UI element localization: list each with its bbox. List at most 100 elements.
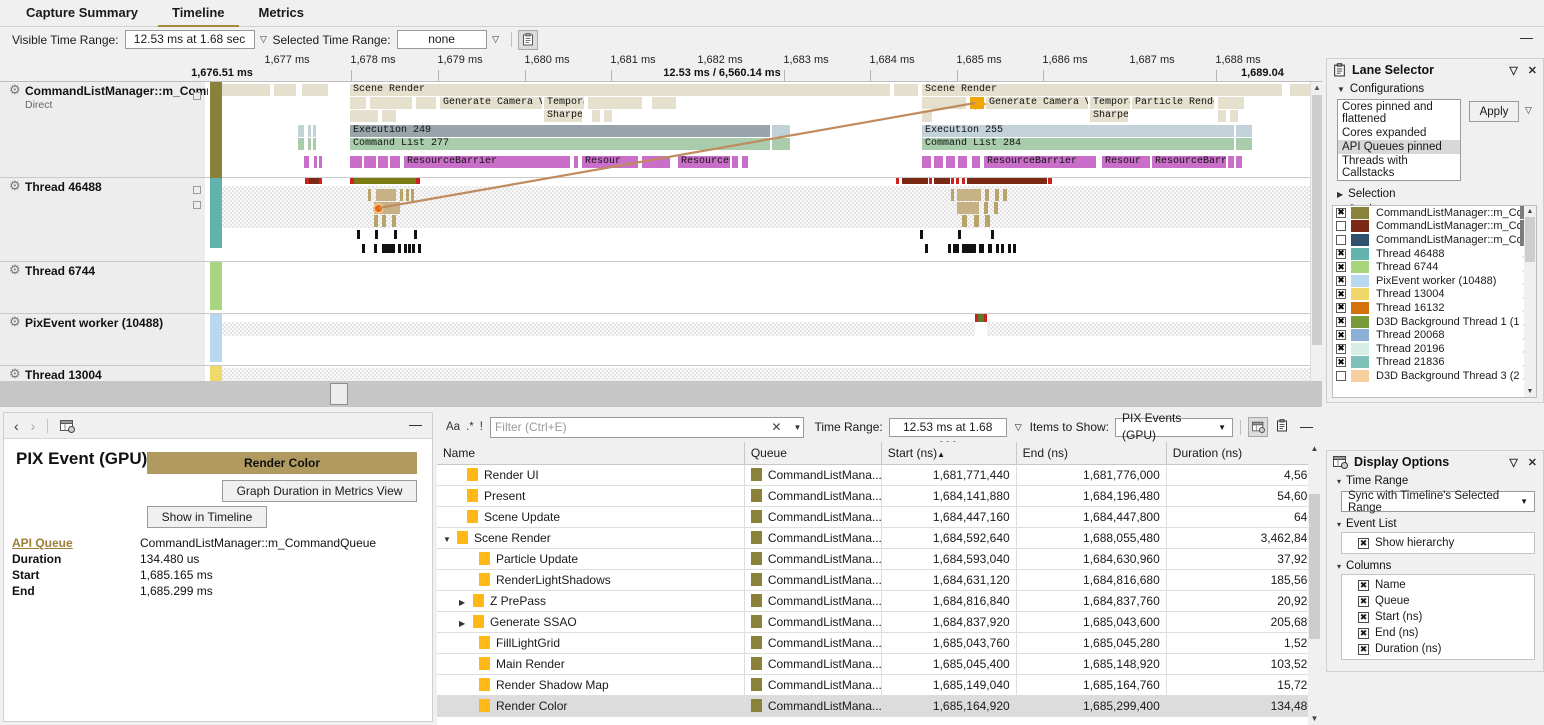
column-toggle-start[interactable]: ✖ Start (ns) <box>1342 609 1534 625</box>
column-checkbox[interactable]: ✖ <box>1358 627 1369 639</box>
event-list-minimize-button[interactable] <box>1300 426 1313 428</box>
time-range-field[interactable]: 12.53 ms at 1.68 sec <box>888 417 1007 451</box>
nav-back-button[interactable]: ‹ <box>14 418 19 434</box>
lane-checkbox[interactable]: ✖ <box>1336 330 1346 341</box>
gpu-event-sharpen[interactable]: Sharpe <box>544 110 582 122</box>
config-item-cores-expanded[interactable]: Cores expanded <box>1338 126 1460 140</box>
gpu-event-resource-barrier[interactable]: ResourceBarrier <box>404 156 570 168</box>
lane-list-item[interactable]: ✖ Thread 20068 📌 <box>1333 328 1536 342</box>
row-expander[interactable]: ▶ <box>459 619 469 628</box>
column-header-start[interactable]: Start (ns) ▲ <box>881 442 1017 465</box>
column-toggle-name[interactable]: ✖ Name <box>1342 577 1534 593</box>
column-toggle-end[interactable]: ✖ End (ns) <box>1342 625 1534 641</box>
table-row[interactable]: Render UI CommandListMana... 1,681,771,4… <box>437 464 1322 486</box>
scroll-thumb[interactable] <box>1312 95 1322 345</box>
columns-group-header[interactable]: ▾ Columns <box>1327 558 1543 574</box>
track-header[interactable]: PixEvent worker (10488) <box>0 314 205 365</box>
graph-duration-button[interactable]: Graph Duration in Metrics View <box>222 480 417 502</box>
lane-checkbox[interactable]: ✖ <box>1336 343 1346 354</box>
timeline-track-command-queue[interactable]: CommandListManager::m_CommandQueue Direc… <box>0 82 1310 178</box>
gpu-event-resource-barrier[interactable]: Resour <box>582 156 638 168</box>
column-header-duration[interactable]: Duration (ns) <box>1166 442 1322 465</box>
gpu-event-temporal[interactable]: Tempora <box>544 97 584 109</box>
lane-list-item[interactable]: ✖ Thread 46488 📌 <box>1333 247 1536 261</box>
gpu-event-resource-barrier[interactable]: ResourceE <box>678 156 730 168</box>
lane-checkbox[interactable]: ✖ <box>1336 248 1346 259</box>
regex-button[interactable]: .* <box>463 421 477 433</box>
column-header-queue[interactable]: Queue <box>744 442 882 465</box>
gpu-event-resource-barrier[interactable]: ResourceBarri <box>1152 156 1226 168</box>
time-range-dropdown-icon[interactable]: ▽ <box>1015 422 1022 433</box>
table-row[interactable]: ▼ Scene Render CommandListMana... 1,684,5… <box>437 527 1322 549</box>
gpu-event-sharpen[interactable]: Sharpe <box>1090 110 1128 122</box>
clipboard-icon[interactable] <box>517 29 538 50</box>
table-row[interactable]: Particle Update CommandListMana... 1,684… <box>437 548 1322 570</box>
lane-list-item[interactable]: ✖ Thread 21836 📌 <box>1333 356 1536 370</box>
clipboard-icon[interactable] <box>1276 419 1288 435</box>
lane-list[interactable]: ✖ CommandListManager::m_Cor 📌 CommandLis… <box>1332 205 1537 398</box>
timeline-track-thread-6744[interactable]: Thread 6744 <box>0 262 1310 314</box>
lane-checkbox[interactable] <box>1336 234 1346 245</box>
column-checkbox[interactable]: ✖ <box>1358 595 1369 607</box>
config-item-cores-pinned[interactable]: Cores pinned and flattened <box>1338 100 1460 126</box>
table-row[interactable]: FillLightGrid CommandListMana... 1,685,0… <box>437 632 1322 654</box>
gpu-event-resource-barrier[interactable]: Resour <box>1102 156 1150 168</box>
nav-forward-button[interactable]: › <box>31 418 36 434</box>
gpu-event-execution[interactable]: Execution 249 <box>350 125 770 137</box>
timeline-vertical-scrollbar[interactable]: ▲ ▼ <box>1310 82 1322 407</box>
apply-dropdown-icon[interactable]: ▽ <box>1525 105 1532 116</box>
selection-group-header[interactable]: ▶ Selection <box>1327 186 1543 202</box>
event-list-group-header[interactable]: ▾ Event List <box>1327 516 1543 532</box>
lane-list-item[interactable]: ✖ CommandListManager::m_Cor 📌 <box>1333 206 1536 220</box>
gpu-event-execution[interactable]: Execution 255 <box>922 125 1234 137</box>
scroll-up-arrow[interactable]: ▲ <box>1524 206 1536 217</box>
scroll-down-arrow[interactable]: ▼ <box>1308 712 1321 725</box>
gpu-event-generate-camera-velocity[interactable]: Generate Camera Veloc <box>440 97 542 109</box>
track-body[interactable] <box>222 314 1310 365</box>
lane-list-item[interactable]: CommandListManager::m_Cor 📌 <box>1333 219 1536 234</box>
track-header[interactable]: Thread 46488 <box>0 178 205 261</box>
close-icon[interactable]: ✕ <box>1528 64 1537 77</box>
time-range-select[interactable]: Sync with Timeline's Selected Range ▼ <box>1341 490 1535 514</box>
lane-list-item[interactable]: ✖ Thread 16132 📌 <box>1333 301 1536 315</box>
selected-time-range-dropdown-icon[interactable]: ▽ <box>487 34 505 45</box>
gpu-event-temporal[interactable]: Tempora <box>1090 97 1130 109</box>
time-range-group-header[interactable]: ▾ Time Range <box>1327 473 1543 489</box>
filter-input[interactable]: Filter (Ctrl+E) ✕ ▼ <box>489 416 805 438</box>
gear-icon[interactable] <box>9 262 21 280</box>
table-row[interactable]: Present CommandListMana... 1,684,141,880… <box>437 485 1322 507</box>
lane-checkbox[interactable]: ✖ <box>1336 275 1346 286</box>
lane-list-item[interactable]: ✖ Thread 6744 📌 <box>1333 260 1536 274</box>
items-to-show-select[interactable]: PIX Events (GPU) ▼ <box>1115 411 1233 442</box>
table-settings-icon[interactable] <box>60 419 76 433</box>
gpu-event-resource-barrier[interactable]: ResourceBarrier <box>984 156 1096 168</box>
table-row[interactable]: Render Shadow Map CommandListMana... 1,6… <box>437 674 1322 696</box>
configurations-list[interactable]: Cores pinned and flattened Cores expande… <box>1337 99 1461 181</box>
lane-checkbox[interactable]: ✖ <box>1336 316 1346 327</box>
tab-capture-summary[interactable]: Capture Summary <box>12 1 152 28</box>
clear-filter-icon[interactable]: ✕ <box>771 420 781 434</box>
scroll-up-arrow[interactable]: ▲ <box>1308 442 1321 455</box>
filter-dropdown-icon[interactable]: ▼ <box>794 423 802 432</box>
lane-list-item[interactable]: ✖ Thread 20196 📌 <box>1333 342 1536 356</box>
scroll-up-arrow[interactable]: ▲ <box>1311 82 1322 94</box>
gear-icon[interactable] <box>9 178 21 196</box>
track-body[interactable] <box>222 178 1310 261</box>
lane-checkbox[interactable]: ✖ <box>1336 262 1346 273</box>
config-item-api-queues-pinned[interactable]: API Queues pinned <box>1338 140 1460 154</box>
scroll-thumb[interactable] <box>330 383 348 405</box>
match-case-button[interactable]: Aa <box>443 421 463 433</box>
gpu-event-scene-render[interactable]: Scene Render <box>350 84 890 96</box>
timeline-horizontal-scrollbar[interactable] <box>0 381 1322 407</box>
track-collapse-box[interactable] <box>193 186 201 194</box>
gear-icon[interactable] <box>9 314 21 332</box>
table-row[interactable]: Render Color CommandListMana... 1,685,16… <box>437 695 1322 717</box>
row-expander[interactable]: ▶ <box>459 598 469 607</box>
track-collapse-box[interactable] <box>193 92 201 100</box>
timeline-ruler[interactable]: 1,677 ms 1,678 ms 1,679 ms 1,680 ms 1,68… <box>0 52 1322 91</box>
row-expander[interactable]: ▼ <box>443 535 453 544</box>
gear-icon[interactable] <box>9 82 21 100</box>
scroll-thumb[interactable] <box>1309 494 1320 639</box>
timeline-track-pixevent-worker[interactable]: PixEvent worker (10488) <box>0 314 1310 366</box>
table-settings-icon[interactable] <box>1248 417 1268 437</box>
